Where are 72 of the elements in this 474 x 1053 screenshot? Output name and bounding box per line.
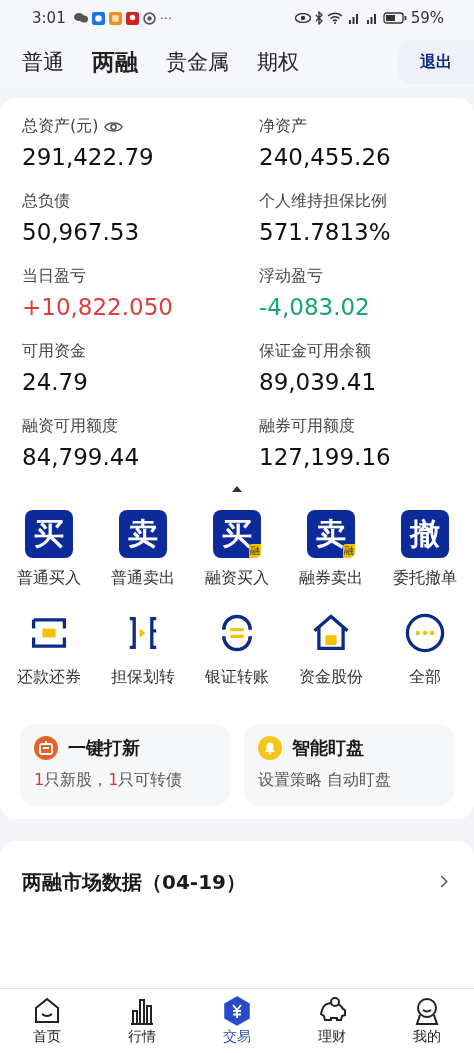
nav-tab[interactable]: 我的 <box>379 989 474 1053</box>
action-label[interactable]: 融券卖出 <box>299 568 363 589</box>
action-label[interactable]: 融资买入 <box>205 568 269 589</box>
action-label[interactable]: 资金股份 <box>299 667 363 688</box>
metric-label: 融券可用额度 <box>259 416 355 437</box>
metric-label: 当日盈亏 <box>22 266 86 287</box>
battery-icon <box>382 12 407 24</box>
account-tab[interactable]: 期权 <box>257 48 299 76</box>
metric-value: -4,083.02 <box>259 294 371 320</box>
metric-value: 84,799.44 <box>22 444 141 470</box>
action-label[interactable]: 委托撤单 <box>393 568 457 589</box>
app-icon <box>91 11 105 25</box>
bluetooth-icon <box>314 11 323 25</box>
metric-label: 净资产 <box>259 116 307 137</box>
account-tab[interactable]: 普通 <box>22 48 64 76</box>
account-tab[interactable]: 两融 <box>92 46 138 78</box>
metric-value: +10,822.050 <box>22 294 174 320</box>
status-time: 3:01 <box>32 9 66 27</box>
metric-value: 50,967.53 <box>22 219 141 245</box>
feature-card[interactable]: 一键打新 1只新股，1只可转债 <box>20 724 230 805</box>
market-data-card[interactable]: 两融市场数据（04-19） <box>0 841 474 988</box>
nav-tab[interactable]: 理财 <box>284 989 380 1053</box>
chat-icon <box>73 12 88 24</box>
logout-button[interactable]: 退出 <box>398 40 474 84</box>
metric-label: 可用资金 <box>22 341 86 362</box>
battery-level: 59% <box>410 9 444 27</box>
signal-icon <box>364 12 379 24</box>
bell-icon <box>258 736 282 760</box>
action-label[interactable]: 担保划转 <box>111 667 175 688</box>
feature-subtitle: 设置策略 自动盯盘 <box>258 770 393 791</box>
metric-value: 291,422.79 <box>22 144 155 170</box>
app-icon <box>142 11 156 25</box>
metric-label: 保证金可用余额 <box>259 341 371 362</box>
app-icon <box>125 11 139 25</box>
metric-label: 融资可用额度 <box>22 416 118 437</box>
nav-tab[interactable]: 行情 <box>94 989 190 1053</box>
app-icon <box>108 11 122 25</box>
metric-label: 总资产(元) <box>22 116 99 137</box>
nav-tab[interactable]: 首页 <box>0 989 95 1053</box>
metric-label: 个人维持担保比例 <box>259 191 387 212</box>
yuan-icon <box>222 996 252 1026</box>
action-label[interactable]: 普通买入 <box>17 568 81 589</box>
trade-icon[interactable]: 买 <box>25 510 73 558</box>
metric-label: 浮动盈亏 <box>259 266 323 287</box>
metric-value: 571.7813% <box>259 219 392 245</box>
trade-icon[interactable]: 撤 <box>401 510 449 558</box>
wifi-icon <box>326 12 343 24</box>
action-label[interactable]: 全部 <box>409 667 441 688</box>
action-label[interactable]: 还款还券 <box>17 667 81 688</box>
collapse-icon[interactable] <box>232 486 242 492</box>
eye-icon <box>294 13 311 23</box>
metric-value: 89,039.41 <box>259 369 378 395</box>
status-more: ··· <box>159 10 173 26</box>
market-data-title: 两融市场数据（04-19） <box>22 869 246 896</box>
gift-box-icon <box>34 736 58 760</box>
feature-title: 智能盯盘 <box>292 736 364 760</box>
metric-value: 127,199.16 <box>259 444 392 470</box>
signal-icon <box>346 12 361 24</box>
metric-label: 总负债 <box>22 191 70 212</box>
account-tab[interactable]: 贵金属 <box>166 48 229 76</box>
more-icon[interactable] <box>403 611 447 655</box>
feature-card[interactable]: 智能盯盘 设置策略 自动盯盘 <box>244 724 454 805</box>
action-label[interactable]: 银证转账 <box>205 667 269 688</box>
feature-subtitle: 1只新股，1只可转债 <box>34 770 184 791</box>
trade-icon[interactable]: 卖 <box>119 510 167 558</box>
metric-value: 24.79 <box>22 369 89 395</box>
eye-icon[interactable] <box>104 119 124 134</box>
metric-value: 240,455.26 <box>259 144 392 170</box>
feature-title: 一键打新 <box>68 736 140 760</box>
action-label[interactable]: 普通卖出 <box>111 568 175 589</box>
nav-tab[interactable]: 交易 <box>189 989 285 1053</box>
chevron-right-icon <box>440 875 448 888</box>
